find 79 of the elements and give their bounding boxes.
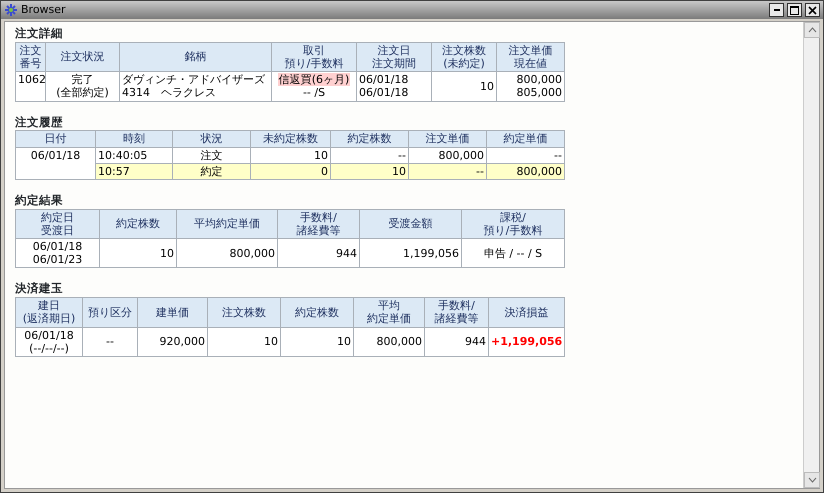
column-header: 注文日 注文期間 bbox=[356, 42, 432, 72]
table-cell: 完了 (全部約定) bbox=[46, 72, 120, 102]
chevron-up-icon bbox=[808, 27, 816, 33]
chevron-down-icon bbox=[808, 477, 816, 483]
column-header: 注文 番号 bbox=[16, 42, 46, 72]
column-header: 手数料/ 諸経費等 bbox=[278, 209, 360, 239]
maximize-button[interactable] bbox=[787, 3, 802, 17]
table-cell: ダヴィンチ・アドバイザーズ 4314 ヘラクレス bbox=[120, 72, 272, 102]
column-header: 約定株数 bbox=[280, 298, 354, 328]
maximize-icon bbox=[790, 6, 799, 14]
table-cell: 10 bbox=[250, 147, 330, 164]
table-cell: -- bbox=[408, 163, 486, 180]
table-cell: 800,000 805,000 bbox=[496, 72, 564, 102]
table-cell: 10 bbox=[100, 238, 176, 268]
close-button[interactable] bbox=[805, 3, 820, 17]
column-header: 平均約定単価 bbox=[176, 209, 278, 239]
table-cell: 944 bbox=[424, 327, 488, 356]
column-header: 預り区分 bbox=[82, 298, 138, 328]
table-cell: 10 bbox=[330, 163, 408, 180]
column-header: 約定日 受渡日 bbox=[16, 209, 100, 239]
column-header: 建日 (返済期日) bbox=[16, 298, 82, 328]
table-cell: 800,000 bbox=[354, 327, 424, 356]
window-title: Browser bbox=[21, 2, 67, 18]
section-title: 注文詳細 bbox=[15, 27, 64, 41]
table-cell: 800,000 bbox=[408, 147, 486, 164]
table-cell: 06/01/18 bbox=[16, 147, 96, 180]
table-cell: 10 bbox=[208, 327, 280, 356]
table-cell: 920,000 bbox=[138, 327, 208, 356]
table-cell: 10 bbox=[432, 72, 496, 102]
table-cell: 10:57 bbox=[96, 163, 172, 180]
column-header: 銘柄 bbox=[120, 42, 272, 72]
scroll-up-button[interactable] bbox=[804, 22, 820, 38]
table-cell: 06/01/18 06/01/23 bbox=[16, 238, 100, 268]
column-header: 注文状況 bbox=[46, 42, 120, 72]
table-cell: 1,199,056 bbox=[360, 238, 462, 268]
column-header: 手数料/ 諸経費等 bbox=[424, 298, 488, 328]
table-cell: 10 bbox=[280, 327, 354, 356]
table-cell: 注文 bbox=[172, 147, 250, 164]
column-header: 平均 約定単価 bbox=[354, 298, 424, 328]
column-header: 建単価 bbox=[138, 298, 208, 328]
table-cell: 944 bbox=[278, 238, 360, 268]
column-header: 注文単価 bbox=[408, 130, 486, 148]
section-title: 決済建玉 bbox=[15, 282, 64, 296]
column-header: 課税/ 預り/手数料 bbox=[462, 209, 564, 239]
minimize-icon bbox=[774, 9, 780, 11]
column-header: 取引 預り/手数料 bbox=[272, 42, 356, 72]
table-cell: 1062 bbox=[16, 72, 46, 102]
minimize-button[interactable] bbox=[769, 3, 784, 17]
column-header: 注文株数 (未約定) bbox=[432, 42, 496, 72]
scrollbar[interactable] bbox=[803, 22, 819, 488]
table-cell: -- bbox=[486, 147, 564, 164]
column-header: 約定単価 bbox=[486, 130, 564, 148]
section-title: 約定結果 bbox=[15, 194, 64, 208]
table-cell: 0 bbox=[250, 163, 330, 180]
table-cell: 約定 bbox=[172, 163, 250, 180]
app-icon bbox=[4, 3, 18, 17]
column-header: 注文株数 bbox=[208, 298, 280, 328]
table-cell: 800,000 bbox=[486, 163, 564, 180]
table-cell: +1,199,056 bbox=[488, 327, 564, 356]
table-cell: -- bbox=[82, 327, 138, 356]
column-header: 状況 bbox=[172, 130, 250, 148]
column-header: 注文単価 現在値 bbox=[496, 42, 564, 72]
close-icon bbox=[808, 6, 817, 14]
column-header: 未約定株数 bbox=[250, 130, 330, 148]
table-cell: 06/01/18 06/01/18 bbox=[356, 72, 432, 102]
table-cell: 信返買(6ヶ月) -- /S bbox=[272, 72, 356, 102]
section-title: 注文履歴 bbox=[15, 116, 64, 130]
table-cell: 800,000 bbox=[176, 238, 278, 268]
scroll-down-button[interactable] bbox=[804, 472, 820, 488]
table-cell: 10:40:05 bbox=[96, 147, 172, 164]
table-cell: 申告 / -- / S bbox=[462, 238, 564, 268]
table-cell: -- bbox=[330, 147, 408, 164]
column-header: 約定株数 bbox=[100, 209, 176, 239]
column-header: 時刻 bbox=[96, 130, 172, 148]
column-header: 決済損益 bbox=[488, 298, 564, 328]
column-header: 受渡金額 bbox=[360, 209, 462, 239]
column-header: 日付 bbox=[16, 130, 96, 148]
column-header: 約定株数 bbox=[330, 130, 408, 148]
table-cell: 06/01/18 (--/--/--) bbox=[16, 327, 82, 356]
